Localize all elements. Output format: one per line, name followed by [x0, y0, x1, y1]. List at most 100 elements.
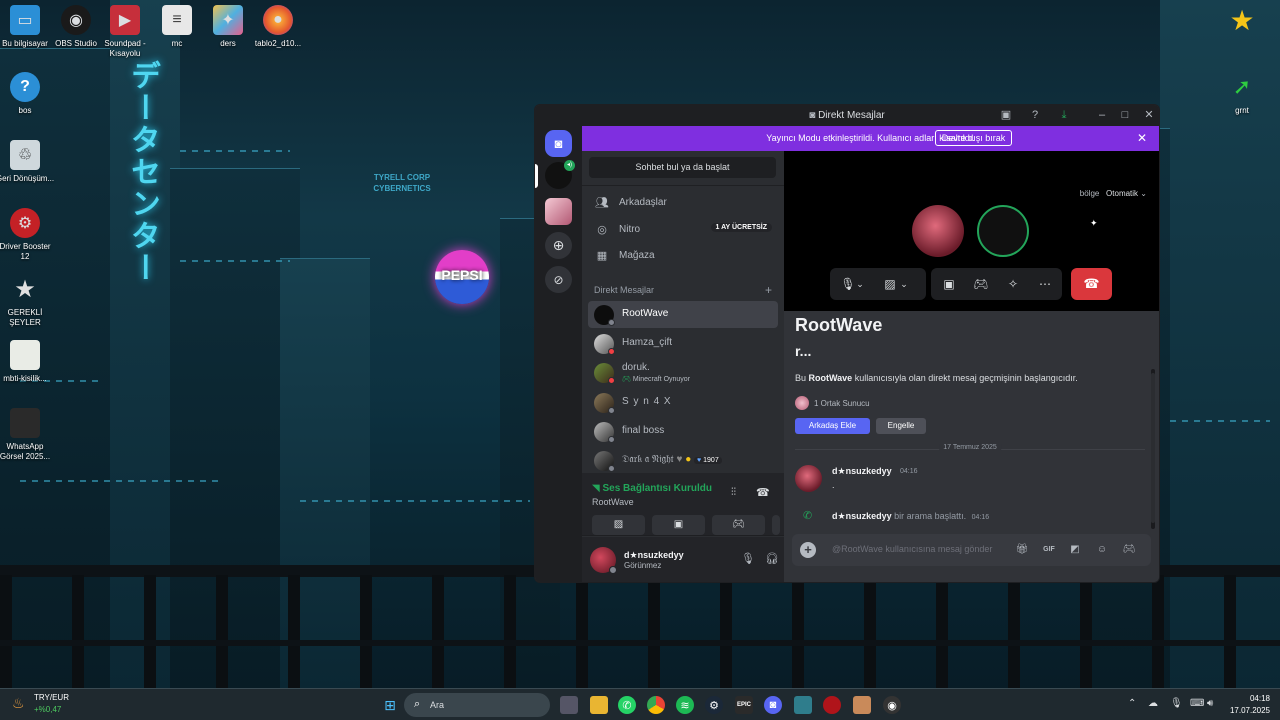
- taskbar-search[interactable]: ⌕ Ara: [404, 693, 550, 717]
- chevron-up-icon[interactable]: ⌃: [1128, 698, 1136, 709]
- help-icon[interactable]: ?: [1026, 108, 1044, 123]
- dm-item-final-boss[interactable]: final boss: [588, 418, 778, 445]
- chevron-down-icon[interactable]: ⌄: [852, 268, 868, 300]
- gamepad-icon[interactable]: 🎮︎: [965, 268, 997, 300]
- download-icon[interactable]: ⤓: [1055, 108, 1073, 123]
- add-friend-button[interactable]: Arkadaş Ekle: [795, 418, 870, 434]
- add-server-button[interactable]: ⊕: [545, 232, 572, 259]
- server-icon-1[interactable]: ◂): [545, 160, 575, 189]
- driver-booster-icon[interactable]: [823, 696, 841, 714]
- nav-friends[interactable]: 👥︎ Arkadaşlar: [588, 190, 778, 214]
- disable-streamer-mode-button[interactable]: Devre dışı bırak: [935, 130, 1012, 146]
- desktop-icon-whatsapp-image[interactable]: WhatsApp Görsel 2025...: [0, 408, 55, 462]
- disconnect-icon[interactable]: ☎: [756, 486, 770, 499]
- region-selector[interactable]: bölge Otomatik ⌄: [1080, 189, 1147, 198]
- message-avatar[interactable]: [795, 465, 822, 492]
- screen-share-button[interactable]: ▣: [652, 515, 705, 535]
- desktop-icon-bos[interactable]: ? bos: [0, 72, 55, 116]
- desktop-icon-gerekli[interactable]: ★ GEREKLİ ŞEYLER: [0, 274, 55, 328]
- mic-camera-controls: 🎙︎ ⌄ ▨ ⌄: [830, 268, 926, 300]
- gift-icon[interactable]: 🎁︎: [1014, 542, 1030, 558]
- volume-icon[interactable]: 🔊︎: [1207, 698, 1213, 709]
- steam-icon[interactable]: ⚙: [705, 696, 723, 714]
- dm-item-dark-a-night[interactable]: 𝔇𝔞𝔯𝔨 𝔞 𝔑𝔦𝔤𝔥𝔱 ♥ ● ♥ 1907: [588, 447, 778, 474]
- chat-scrollbar[interactable]: [1151, 369, 1155, 529]
- monitor-icon: ▭: [10, 5, 40, 35]
- discord-icon[interactable]: ◙: [764, 696, 782, 714]
- network-icon[interactable]: ⌨: [1190, 698, 1204, 709]
- desktop-icon-soundpad[interactable]: ▶ Soundpad - Kısayolu: [95, 5, 155, 59]
- gif-icon[interactable]: GIF: [1041, 542, 1057, 558]
- heart-icon: ♥: [676, 454, 683, 465]
- camera-off-button[interactable]: ▨: [592, 515, 645, 535]
- voice-channel-name[interactable]: RootWave: [592, 497, 634, 507]
- windows-start-icon[interactable]: ⊞: [381, 696, 399, 714]
- desktop-icon-mbti[interactable]: mbti-kisilik...: [0, 340, 55, 384]
- star-icon: ★: [1229, 4, 1255, 36]
- soundboard-icon[interactable]: ✧: [997, 268, 1029, 300]
- nav-shop[interactable]: ▦ Mağaza: [588, 243, 778, 267]
- find-conversation-button[interactable]: Sohbet bul ya da başlat: [589, 157, 776, 178]
- minimize-button[interactable]: –: [1093, 108, 1111, 123]
- more-icon[interactable]: ⋯: [1029, 268, 1061, 300]
- voice-connection-panel: ◥ Ses Bağlantısı Kuruldu RootWave ⫶⫶ ☎ ▨…: [582, 473, 784, 536]
- screen-share-icon[interactable]: ▣: [933, 268, 965, 300]
- clock[interactable]: 04:18 17.07.2025: [1230, 693, 1270, 717]
- camera-off-icon: ▨: [613, 519, 624, 530]
- upload-plus-icon[interactable]: +: [800, 542, 816, 558]
- headphones-icon[interactable]: 🎧︎: [764, 551, 780, 567]
- activity-button[interactable]: 🎮︎: [712, 515, 765, 535]
- sticker-icon[interactable]: ◩: [1067, 542, 1083, 558]
- microphone-icon[interactable]: 🎙︎: [740, 551, 756, 567]
- noise-suppression-icon[interactable]: ⫶⫶: [731, 487, 736, 498]
- cloud-icon[interactable]: ☁: [1148, 698, 1158, 709]
- maximize-button[interactable]: □: [1116, 108, 1134, 123]
- dm-item-doruk[interactable]: doruk. 🎮︎ Minecraft Oynuyor: [588, 359, 778, 386]
- message-input[interactable]: @RootWave kullanıcısına mesaj gönder: [832, 544, 992, 554]
- desktop-icon-driver-booster[interactable]: ⚙ Driver Booster 12: [0, 208, 55, 262]
- desktop-icon-grnt[interactable]: ➚ grnt: [1212, 72, 1272, 116]
- mic-tray-icon[interactable]: 🎙︎: [1170, 698, 1183, 709]
- butterfly-icon: ✦: [213, 5, 243, 35]
- dm-item-hamza[interactable]: Hamza_çift: [588, 330, 778, 357]
- spotify-icon[interactable]: ≋: [676, 696, 694, 714]
- call-participant-avatar-speaking[interactable]: [977, 205, 1029, 257]
- end-call-button[interactable]: ☎: [1071, 268, 1112, 300]
- soundboard-button[interactable]: [772, 515, 780, 535]
- epic-games-icon[interactable]: EPIC: [735, 696, 753, 714]
- desktop-icon-tablo[interactable]: ● tablo2_d10...: [248, 5, 308, 49]
- image-viewer-icon[interactable]: [853, 696, 871, 714]
- close-button[interactable]: ✕: [1140, 108, 1158, 123]
- soundpad-icon: ▶: [110, 5, 140, 35]
- server-list: ◙ ◂) ⊕ ⊘: [535, 126, 582, 582]
- home-button[interactable]: ◙: [545, 130, 572, 157]
- server-icon-2[interactable]: [545, 198, 572, 225]
- message-author[interactable]: d★nsuzkedyy: [832, 466, 892, 477]
- chevron-down-icon[interactable]: ⌄: [896, 268, 912, 300]
- dm-item-syn4x[interactable]: S y n 4 X: [588, 389, 778, 416]
- emoji-icon[interactable]: ☺: [1094, 542, 1110, 558]
- apps-icon[interactable]: 🎮︎: [1121, 542, 1137, 558]
- snipping-tool-icon[interactable]: [794, 696, 812, 714]
- date-divider: 17 Temmuz 2025: [795, 444, 1145, 451]
- discord-window: ◙ Direkt Mesajlar ▣ ? ⤓ – □ ✕ ◙ ◂) ⊕ ⊘ Y…: [534, 104, 1160, 583]
- block-button[interactable]: Engelle: [876, 418, 926, 434]
- chrome-icon[interactable]: [647, 696, 665, 714]
- voice-status[interactable]: ◥ Ses Bağlantısı Kuruldu: [592, 483, 712, 494]
- mutual-servers[interactable]: 1 Ortak Sunucu: [795, 396, 870, 410]
- recycle-bin-icon: ♲: [10, 140, 40, 170]
- task-view-icon[interactable]: [560, 696, 578, 714]
- call-participant-avatar[interactable]: [912, 205, 964, 257]
- file-explorer-icon[interactable]: [590, 696, 608, 714]
- close-icon[interactable]: ✕: [1137, 131, 1147, 145]
- obs-icon[interactable]: ◉: [883, 696, 901, 714]
- title-bar[interactable]: ◙ Direkt Mesajlar ▣ ? ⤓ – □ ✕: [535, 105, 1159, 126]
- create-dm-plus-icon[interactable]: +: [765, 283, 772, 297]
- nav-nitro[interactable]: ◎ Nitro 1 AY ÜCRETSİZ: [588, 217, 778, 241]
- whatsapp-icon[interactable]: ✆: [618, 696, 636, 714]
- discover-button[interactable]: ⊘: [545, 266, 572, 293]
- dm-item-rootwave[interactable]: RootWave: [588, 301, 778, 328]
- desktop-icon-recycle-bin[interactable]: ♲ Geri Dönüşüm...: [0, 140, 55, 184]
- desktop-star-widget[interactable]: ★: [1212, 5, 1272, 39]
- inbox-icon[interactable]: ▣: [997, 108, 1015, 123]
